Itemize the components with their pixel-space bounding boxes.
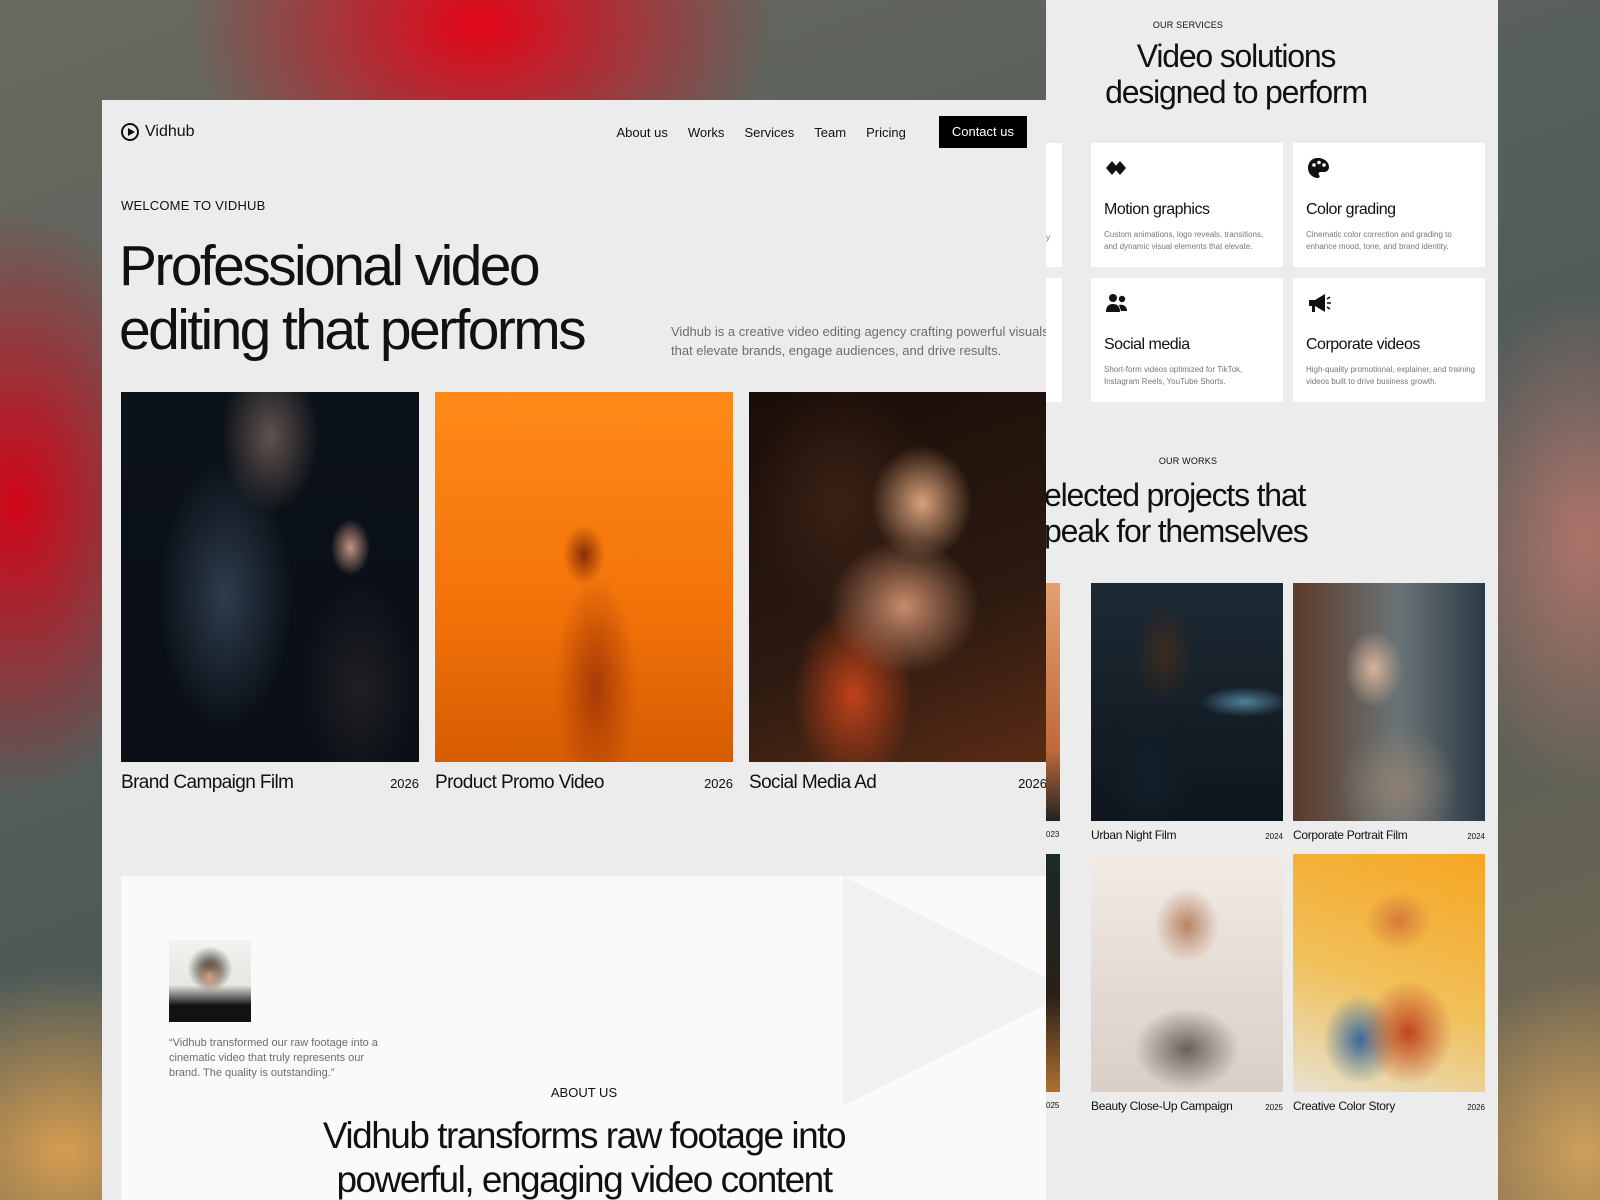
testimonial-avatar	[169, 940, 251, 1022]
gallery-year: 2024	[1265, 832, 1283, 841]
gallery-title: Beauty Close-Up Campaign	[1091, 1099, 1233, 1113]
service-name: Color grading	[1306, 201, 1396, 218]
work-meta: Product Promo Video 2026	[435, 772, 733, 794]
brand-name: Vidhub	[145, 123, 195, 140]
about-title-line2: powerful, engaging video content	[336, 1159, 833, 1200]
gallery-item-partial	[1046, 583, 1060, 821]
service-description: High-quality promotional, explainer, and…	[1306, 365, 1475, 386]
service-card-partial	[1046, 278, 1062, 402]
gallery-year-partial: 023	[1046, 830, 1060, 839]
work-card[interactable]: Brand Campaign Film 2026	[121, 392, 419, 794]
works-title-line2: peak for themselves	[1046, 513, 1309, 549]
nav-links: About us Works Services Team Pricing	[617, 125, 906, 140]
work-title: Brand Campaign Film	[121, 772, 294, 793]
gallery-title: Corporate Portrait Film	[1293, 828, 1408, 842]
services-title: Video solutions designed to perform	[1046, 38, 1486, 110]
gallery-meta: Creative Color Story 2026	[1293, 1099, 1485, 1113]
works-eyebrow: OUR WORKS	[1158, 456, 1218, 466]
testimonial-quote: “Vidhub transformed our raw footage into…	[169, 1037, 378, 1079]
work-meta: Social Media Ad 2026	[749, 772, 1046, 794]
gallery-meta: Corporate Portrait Film 2024	[1293, 828, 1485, 842]
services-title-line1: Video solutions	[1136, 38, 1337, 74]
gallery-year: 2024	[1467, 832, 1485, 841]
hero-description: Vidhub is a creative video editing agenc…	[671, 324, 1046, 358]
gallery-thumbnail[interactable]	[1293, 854, 1485, 1092]
work-title: Social Media Ad	[749, 772, 877, 793]
work-year: 2026	[1018, 776, 1046, 791]
works-title-line1: elected projects that	[1046, 477, 1306, 513]
work-card[interactable]: Product Promo Video 2026	[435, 392, 733, 794]
gallery-meta: Urban Night Film 2024	[1091, 828, 1283, 842]
work-year: 2026	[704, 776, 733, 791]
gallery-year: 2026	[1467, 1103, 1485, 1112]
work-thumbnail[interactable]	[435, 392, 733, 762]
service-description: Cinematic color correction and grading t…	[1306, 230, 1452, 251]
work-title: Product Promo Video	[435, 772, 604, 793]
works-row: Brand Campaign Film 2026 Product Promo V…	[121, 392, 1046, 794]
gallery-title: Urban Night Film	[1091, 828, 1177, 842]
hero-eyebrow: WELCOME TO VIDHUB	[121, 198, 266, 213]
hero-title-line2: editing that performs	[119, 298, 587, 362]
service-description: Short-form videos optimized for TikTok, …	[1104, 365, 1243, 386]
service-name: Corporate videos	[1306, 336, 1420, 353]
gallery-year-partial: 025	[1046, 1101, 1060, 1110]
service-description: Custom animations, logo reveals, transit…	[1104, 230, 1264, 251]
gallery-meta: Beauty Close-Up Campaign 2025	[1091, 1099, 1283, 1113]
work-meta: Brand Campaign Film 2026	[121, 772, 419, 794]
nav-link-pricing[interactable]: Pricing	[866, 125, 906, 140]
megaphone-icon	[1309, 294, 1331, 312]
service-card-motion-graphics[interactable]: Motion graphics Custom animations, logo …	[1091, 143, 1283, 267]
nav-link-services[interactable]: Services	[744, 125, 794, 140]
play-watermark-icon	[843, 876, 1046, 1106]
service-card-partial-text: y	[1046, 233, 1050, 242]
service-card-social-media[interactable]: Social media Short-form videos optimized…	[1091, 278, 1283, 402]
gallery-title: Creative Color Story	[1293, 1099, 1396, 1113]
work-year: 2026	[390, 776, 419, 791]
palette-icon	[1308, 158, 1329, 178]
main-page: Vidhub About us Works Services Team Pric…	[102, 100, 1046, 1200]
gallery-thumbnail[interactable]	[1091, 583, 1283, 821]
nav-link-about[interactable]: About us	[617, 125, 668, 140]
service-name: Motion graphics	[1104, 201, 1210, 218]
services-eyebrow: OUR SERVICES	[1152, 20, 1224, 30]
service-name: Social media	[1104, 336, 1190, 353]
work-thumbnail[interactable]	[749, 392, 1046, 762]
motion-graphics-icon	[1106, 161, 1126, 175]
brand-logo[interactable]: Vidhub	[121, 123, 195, 141]
nav-link-works[interactable]: Works	[688, 125, 725, 140]
hero-title: Professional video editing that performs	[119, 234, 679, 362]
play-logo-icon	[121, 123, 139, 141]
side-page: OUR SERVICES Video solutions designed to…	[1046, 0, 1498, 1200]
services-title-line2: designed to perform	[1105, 74, 1368, 110]
nav-link-team[interactable]: Team	[814, 125, 846, 140]
works-title: elected projects that peak for themselve…	[1046, 477, 1444, 549]
gallery-thumbnail[interactable]	[1091, 854, 1283, 1092]
service-card-corporate-videos[interactable]: Corporate videos High-quality promotiona…	[1293, 278, 1485, 402]
service-card-color-grading[interactable]: Color grading Cinematic color correction…	[1293, 143, 1485, 267]
contact-button[interactable]: Contact us	[938, 116, 1027, 148]
about-eyebrow: ABOUT US	[550, 1085, 618, 1100]
people-icon	[1106, 294, 1127, 312]
service-card-partial: y	[1046, 143, 1062, 267]
about-section: “Vidhub transformed our raw footage into…	[121, 876, 1046, 1200]
navbar: Vidhub About us Works Services Team Pric…	[121, 116, 1027, 148]
hero-title-line1: Professional video	[119, 234, 541, 298]
about-title: Vidhub transforms raw footage into power…	[121, 1114, 1046, 1200]
work-card[interactable]: Social Media Ad 2026	[749, 392, 1046, 794]
gallery-year: 2025	[1265, 1103, 1283, 1112]
about-title-line1: Vidhub transforms raw footage into	[322, 1115, 847, 1156]
gallery-item-partial	[1046, 854, 1060, 1092]
gallery-thumbnail[interactable]	[1293, 583, 1485, 821]
work-thumbnail[interactable]	[121, 392, 419, 762]
